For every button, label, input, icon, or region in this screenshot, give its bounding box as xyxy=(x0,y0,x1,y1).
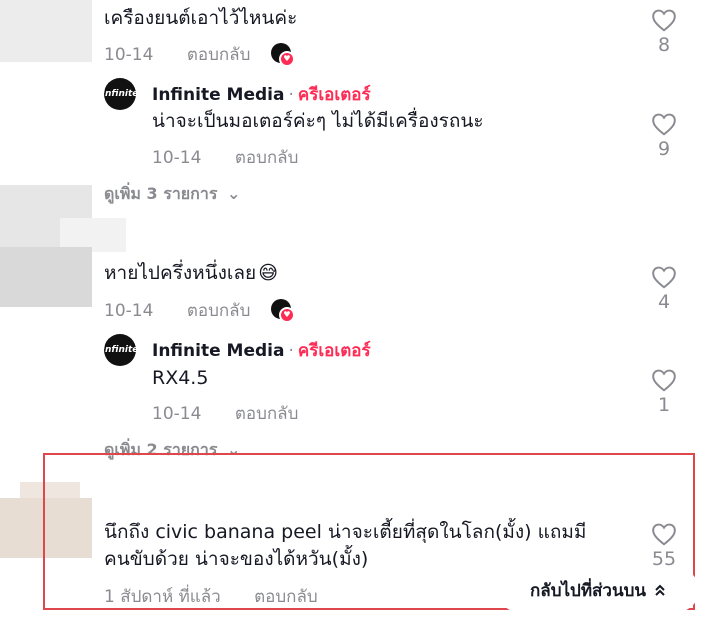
double-chevron-up-icon xyxy=(655,584,665,596)
like-button[interactable]: 4 xyxy=(644,265,684,313)
reply-author: Infinite Media · ครีเอเตอร์ xyxy=(152,341,371,361)
heart-outline-icon xyxy=(652,523,676,546)
like-count: 1 xyxy=(657,394,671,416)
heart-outline-icon xyxy=(652,9,676,32)
heart-icon: ♥ xyxy=(279,51,295,67)
avatar[interactable]: Infinite xyxy=(102,78,138,110)
comment-text: เครืองยนต์เอาไว้ไหนค่ะ xyxy=(104,7,298,29)
blurred-avatar xyxy=(0,247,92,307)
comment-date: 10-14 xyxy=(104,301,154,321)
reply-author: Infinite Media · ครีเอเตอร์ xyxy=(152,85,371,105)
heart-outline-icon xyxy=(652,369,676,392)
comment-text-line2: คนขับด้วย น่าจะของได้หวัน(มั้ง) xyxy=(104,548,369,570)
reply-meta: 10-14 ตอบกลับ xyxy=(152,144,298,171)
like-count: 4 xyxy=(657,291,671,313)
emoji-icon: 😅 xyxy=(258,262,279,284)
creator-badge: ครีเอเตอร์ xyxy=(297,341,371,361)
creator-liked-avatar: ♥ xyxy=(271,43,295,67)
like-count: 55 xyxy=(651,548,677,570)
heart-outline-icon xyxy=(652,113,676,136)
reply-button[interactable]: ตอบกลับ xyxy=(254,587,318,607)
creator-liked-avatar: ♥ xyxy=(271,299,295,323)
view-more-replies[interactable]: ดูเพิ่ม 3 รายการ ⌄ xyxy=(104,182,240,207)
comment-date: 10-14 xyxy=(104,45,154,65)
reply-date: 10-14 xyxy=(152,404,202,424)
comment-date: 1 สัปดาห์ ที่แล้ว xyxy=(104,587,221,607)
like-button[interactable]: 55 xyxy=(644,522,684,570)
comment-meta: 1 สัปดาห์ ที่แล้ว ตอบกลับ xyxy=(104,583,318,610)
avatar[interactable]: Infinite xyxy=(102,334,138,366)
like-count: 8 xyxy=(657,34,671,56)
reply-button[interactable]: ตอบกลับ xyxy=(235,148,299,168)
heart-outline-icon xyxy=(652,266,676,289)
reply-text: RX4.5 xyxy=(152,367,209,389)
reply-button[interactable]: ตอบกลับ xyxy=(235,404,299,424)
chevron-down-icon: ⌄ xyxy=(227,184,241,203)
comment-meta: 10-14 ตอบกลับ xyxy=(104,41,250,68)
author-name[interactable]: Infinite Media xyxy=(152,341,284,361)
creator-badge: ครีเอเตอร์ xyxy=(297,85,371,105)
back-to-top-button[interactable]: กลับไปที่ส่วนบน xyxy=(497,568,699,612)
reply-date: 10-14 xyxy=(152,148,202,168)
blurred-avatar xyxy=(0,0,92,62)
comment-text: หายไปครึ่งหนึ่งเลย 😅 xyxy=(104,262,279,284)
like-button[interactable]: 8 xyxy=(644,8,684,56)
like-count: 9 xyxy=(657,138,671,160)
like-button[interactable]: 9 xyxy=(644,112,684,160)
reply-text: น่าจะเป็นมอเตอร์ค่ะๆ ไม่ได้มีเครื่องรถนะ xyxy=(152,110,484,132)
reply-button[interactable]: ตอบกลับ xyxy=(187,301,251,321)
author-name[interactable]: Infinite Media xyxy=(152,85,284,105)
reply-meta: 10-14 ตอบกลับ xyxy=(152,400,298,427)
comment-text-line1: นึกถึง civic banana peel น่าจะเตี้ยที่สุ… xyxy=(104,521,587,543)
reply-button[interactable]: ตอบกลับ xyxy=(187,45,251,65)
comment-meta: 10-14 ตอบกลับ xyxy=(104,297,250,324)
heart-icon: ♥ xyxy=(279,307,295,323)
like-button[interactable]: 1 xyxy=(644,368,684,416)
